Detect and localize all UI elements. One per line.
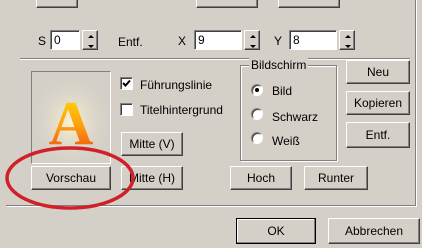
mitte-h-button-label: Mitte (H)	[129, 171, 175, 185]
fuehrungslinie-checkbox[interactable]	[120, 77, 133, 90]
kopieren-button[interactable]: Kopieren	[346, 91, 410, 115]
preview-letter-image: A	[32, 72, 110, 163]
spin-down-icon[interactable]	[83, 41, 99, 51]
bildschirm-legend: Bildschirm	[249, 58, 309, 72]
neu-button[interactable]: Neu	[346, 60, 410, 84]
x-field[interactable]: 9	[194, 30, 242, 50]
spin-up-icon[interactable]	[83, 31, 99, 41]
s-field[interactable]: 0	[50, 30, 80, 50]
vorschau-button-label: Vorschau	[45, 171, 97, 185]
radio-bild[interactable]	[251, 84, 263, 96]
y-field[interactable]: 8	[289, 30, 337, 50]
vorschau-button[interactable]: Vorschau	[31, 166, 111, 190]
entf-label: Entf.	[118, 35, 143, 49]
spin-down-icon[interactable]	[245, 41, 261, 51]
abbrechen-button-label: Abbrechen	[344, 224, 404, 238]
s-label: S	[38, 34, 47, 48]
entf-button[interactable]: Entf.	[346, 122, 410, 148]
dialog: S 0 Entf. X 9 Y 8 A Führungslinie Titelh…	[0, 0, 422, 248]
y-label: Y	[274, 34, 283, 48]
ok-button-label: OK	[267, 224, 285, 238]
titelhintergrund-label: Titelhintergrund	[140, 103, 223, 117]
radio-weiss[interactable]	[251, 132, 263, 144]
fuehrungslinie-label: Führungslinie	[140, 78, 213, 92]
ok-button[interactable]: OK	[236, 218, 316, 244]
neu-button-label: Neu	[366, 65, 389, 79]
s-spinner[interactable]	[82, 30, 98, 50]
titelhintergrund-checkbox[interactable]	[120, 103, 133, 116]
radio-bild-label: Bild	[272, 84, 293, 98]
radio-weiss-label: Weiß	[272, 134, 300, 148]
hoch-button-label: Hoch	[246, 171, 275, 185]
runter-button[interactable]: Runter	[304, 166, 368, 190]
hoch-button[interactable]: Hoch	[230, 166, 292, 190]
runter-button-label: Runter	[317, 171, 355, 185]
entf-button-label: Entf.	[365, 128, 391, 142]
abbrechen-button[interactable]: Abbrechen	[328, 218, 420, 244]
title-preview: A	[31, 71, 111, 164]
checkmark-icon	[122, 79, 131, 87]
mitte-h-button[interactable]: Mitte (H)	[121, 166, 183, 190]
radio-schwarz[interactable]	[251, 108, 263, 120]
x-label: X	[178, 34, 187, 48]
y-spinner[interactable]	[339, 30, 355, 50]
mitte-v-button[interactable]: Mitte (V)	[121, 132, 183, 156]
spin-up-icon[interactable]	[340, 31, 356, 41]
mitte-v-button-label: Mitte (V)	[129, 137, 175, 151]
spin-up-icon[interactable]	[245, 31, 261, 41]
x-spinner[interactable]	[244, 30, 260, 50]
preview-letter: A	[49, 90, 94, 158]
radio-schwarz-label: Schwarz	[272, 110, 319, 124]
kopieren-button-label: Kopieren	[353, 96, 403, 110]
spin-down-icon[interactable]	[340, 41, 356, 51]
